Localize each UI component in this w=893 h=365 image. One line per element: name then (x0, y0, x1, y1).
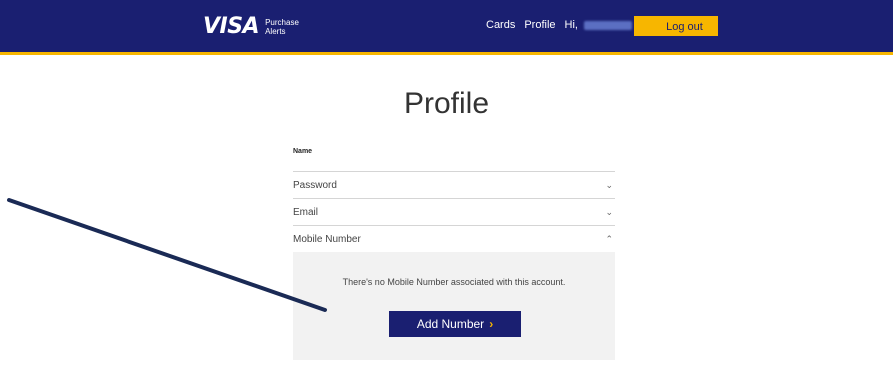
annotation-pointer-line (7, 198, 327, 312)
annotation-line (7, 198, 327, 312)
